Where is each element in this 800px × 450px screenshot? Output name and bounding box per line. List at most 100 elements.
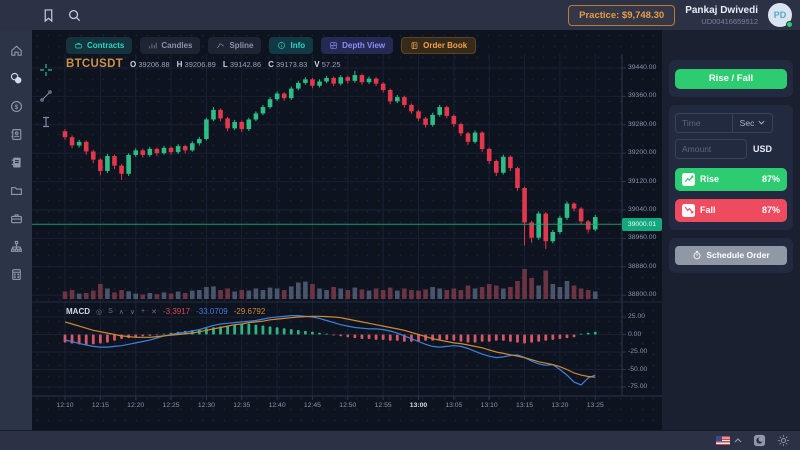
- order-form-card: Sec USD Rise 87% Fall 87%: [669, 104, 793, 230]
- dark-theme-icon[interactable]: [752, 434, 766, 448]
- price-axis-label: 38880.00: [628, 262, 657, 270]
- macd-axis-label: -25.00: [628, 348, 648, 355]
- tab-spline[interactable]: Spline: [208, 37, 262, 54]
- symbol-name: BTCUSDT: [66, 58, 124, 70]
- time-axis-label: 12:15: [91, 402, 109, 409]
- time-axis-label: 12:55: [374, 402, 392, 409]
- amount-input[interactable]: [675, 138, 747, 159]
- rise-payout-pct: 87%: [761, 174, 780, 184]
- time-axis-label: 12:30: [197, 402, 215, 409]
- macd-axis-label: 0.00: [628, 330, 642, 338]
- coins-icon[interactable]: $: [6, 68, 26, 88]
- chart-panel: Contracts Candles Spline Info Depth View…: [32, 30, 662, 430]
- current-price-tag: 39000.01: [622, 217, 662, 231]
- tab-depth-view-label: Depth View: [342, 41, 386, 50]
- macd-remove-icon[interactable]: ✕: [151, 308, 157, 316]
- rise-button[interactable]: Rise 87%: [675, 167, 787, 191]
- home-icon[interactable]: [6, 40, 26, 60]
- price-axis-label: 39040.00: [628, 206, 657, 213]
- tab-info[interactable]: Info: [269, 37, 314, 54]
- trendline-tool-icon[interactable]: [38, 88, 53, 103]
- tab-order-book[interactable]: Order Book: [401, 37, 477, 54]
- user-block[interactable]: Pankaj Dwivedi UD00416659512: [685, 5, 758, 26]
- time-axis-label: 12:10: [56, 402, 74, 409]
- online-status-dot: [786, 21, 793, 28]
- currency-label: USD: [753, 143, 773, 154]
- sidebar: $ $: [0, 30, 32, 430]
- macd-add-icon[interactable]: +: [141, 308, 145, 315]
- ohlc-volume: V 57.25: [314, 60, 341, 69]
- macd-signal-value: -29.6792: [233, 307, 266, 316]
- fall-button[interactable]: Fall 87%: [675, 198, 787, 222]
- time-axis-label: 13:00: [409, 402, 428, 409]
- time-axis-label: 13:20: [551, 402, 569, 409]
- light-theme-icon[interactable]: [776, 434, 790, 448]
- chevron-down-icon: [758, 120, 765, 125]
- rise-button-label: Rise: [700, 174, 720, 184]
- avatar[interactable]: PD: [768, 3, 793, 28]
- language-selector[interactable]: [716, 436, 742, 445]
- macd-axis-label: -50.00: [628, 365, 648, 373]
- macd-visibility-icon[interactable]: ◎: [96, 308, 102, 316]
- text-tool-icon[interactable]: [38, 114, 53, 129]
- svg-text:$: $: [14, 103, 18, 110]
- network-icon[interactable]: [6, 236, 26, 256]
- time-unit-value: Sec: [739, 117, 755, 128]
- stopwatch-icon: [693, 250, 701, 260]
- svg-text:$: $: [16, 77, 19, 82]
- chart-toolbar: Contracts Candles Spline Info Depth View…: [66, 37, 477, 54]
- drawing-tools: [38, 62, 53, 129]
- avatar-initials: PD: [773, 10, 787, 20]
- macd-move-up-icon[interactable]: ∧: [119, 308, 124, 316]
- rise-fall-button[interactable]: Rise / Fall: [675, 68, 787, 89]
- macd-move-down-icon[interactable]: ∨: [130, 308, 135, 316]
- ohlc-high: H 39206.89: [176, 60, 216, 69]
- dollar-coin-icon[interactable]: $: [6, 96, 26, 116]
- bookmark-icon[interactable]: [40, 7, 56, 23]
- topbar-left: [40, 7, 82, 23]
- price-axis-label: 39280.00: [628, 120, 657, 128]
- tab-candles[interactable]: Candles: [140, 37, 201, 54]
- tab-depth-view[interactable]: Depth View: [321, 37, 394, 54]
- search-icon[interactable]: [66, 7, 82, 23]
- briefcase-icon[interactable]: [6, 208, 26, 228]
- tab-contracts-label: Contracts: [87, 41, 125, 50]
- trade-type-card: Rise / Fall: [669, 60, 793, 97]
- calculator-icon[interactable]: [6, 264, 26, 284]
- ohlc-open: O 39206.88: [130, 60, 170, 69]
- price-axis-label: 39360.00: [628, 92, 657, 100]
- trading-app: Practice: $9,748.30 Pankaj Dwivedi UD004…: [0, 0, 800, 450]
- folder-icon[interactable]: [6, 180, 26, 200]
- macd-line-value: -33.0709: [196, 307, 228, 316]
- ledger-icon[interactable]: [6, 152, 26, 172]
- user-id: UD00416659512: [701, 16, 758, 26]
- candlestick-chart[interactable]: [32, 30, 662, 430]
- time-row: Sec: [675, 112, 787, 133]
- schedule-order-label: Schedule Order: [706, 250, 770, 260]
- time-input[interactable]: [675, 112, 733, 133]
- tab-contracts[interactable]: Contracts: [66, 37, 133, 54]
- time-unit-select[interactable]: Sec: [733, 112, 773, 133]
- schedule-order-button[interactable]: Schedule Order: [675, 245, 787, 265]
- user-name: Pankaj Dwivedi: [685, 4, 758, 16]
- macd-header: MACD ◎ S ∧ ∨ + ✕ -3.3917 -33.0709 -29.67…: [66, 307, 265, 316]
- tab-info-label: Info: [290, 41, 306, 50]
- crosshair-tool-icon[interactable]: [38, 62, 53, 77]
- ohlc-low: L 39142.86: [222, 60, 262, 69]
- us-flag-icon: [716, 436, 730, 445]
- macd-settings-icon[interactable]: S: [108, 308, 113, 315]
- topbar: Practice: $9,748.30 Pankaj Dwivedi UD004…: [0, 0, 800, 30]
- macd-axis-label: 25.00: [628, 313, 646, 320]
- time-axis-label: 13:25: [586, 402, 604, 409]
- practice-balance-button[interactable]: Practice: $9,748.30: [568, 4, 676, 26]
- tab-order-book-label: Order Book: [423, 41, 468, 50]
- macd-title: MACD: [66, 307, 90, 316]
- time-axis-label: 12:40: [268, 402, 286, 409]
- chevron-up-icon: [734, 438, 742, 443]
- time-axis-label: 12:45: [303, 402, 321, 409]
- macd-axis-label: -75.00: [628, 383, 648, 390]
- contacts-icon[interactable]: [6, 124, 26, 144]
- price-axis-label: 38960.00: [628, 234, 657, 242]
- macd-histogram-value: -3.3917: [163, 307, 191, 316]
- time-axis-label: 12:50: [339, 402, 357, 409]
